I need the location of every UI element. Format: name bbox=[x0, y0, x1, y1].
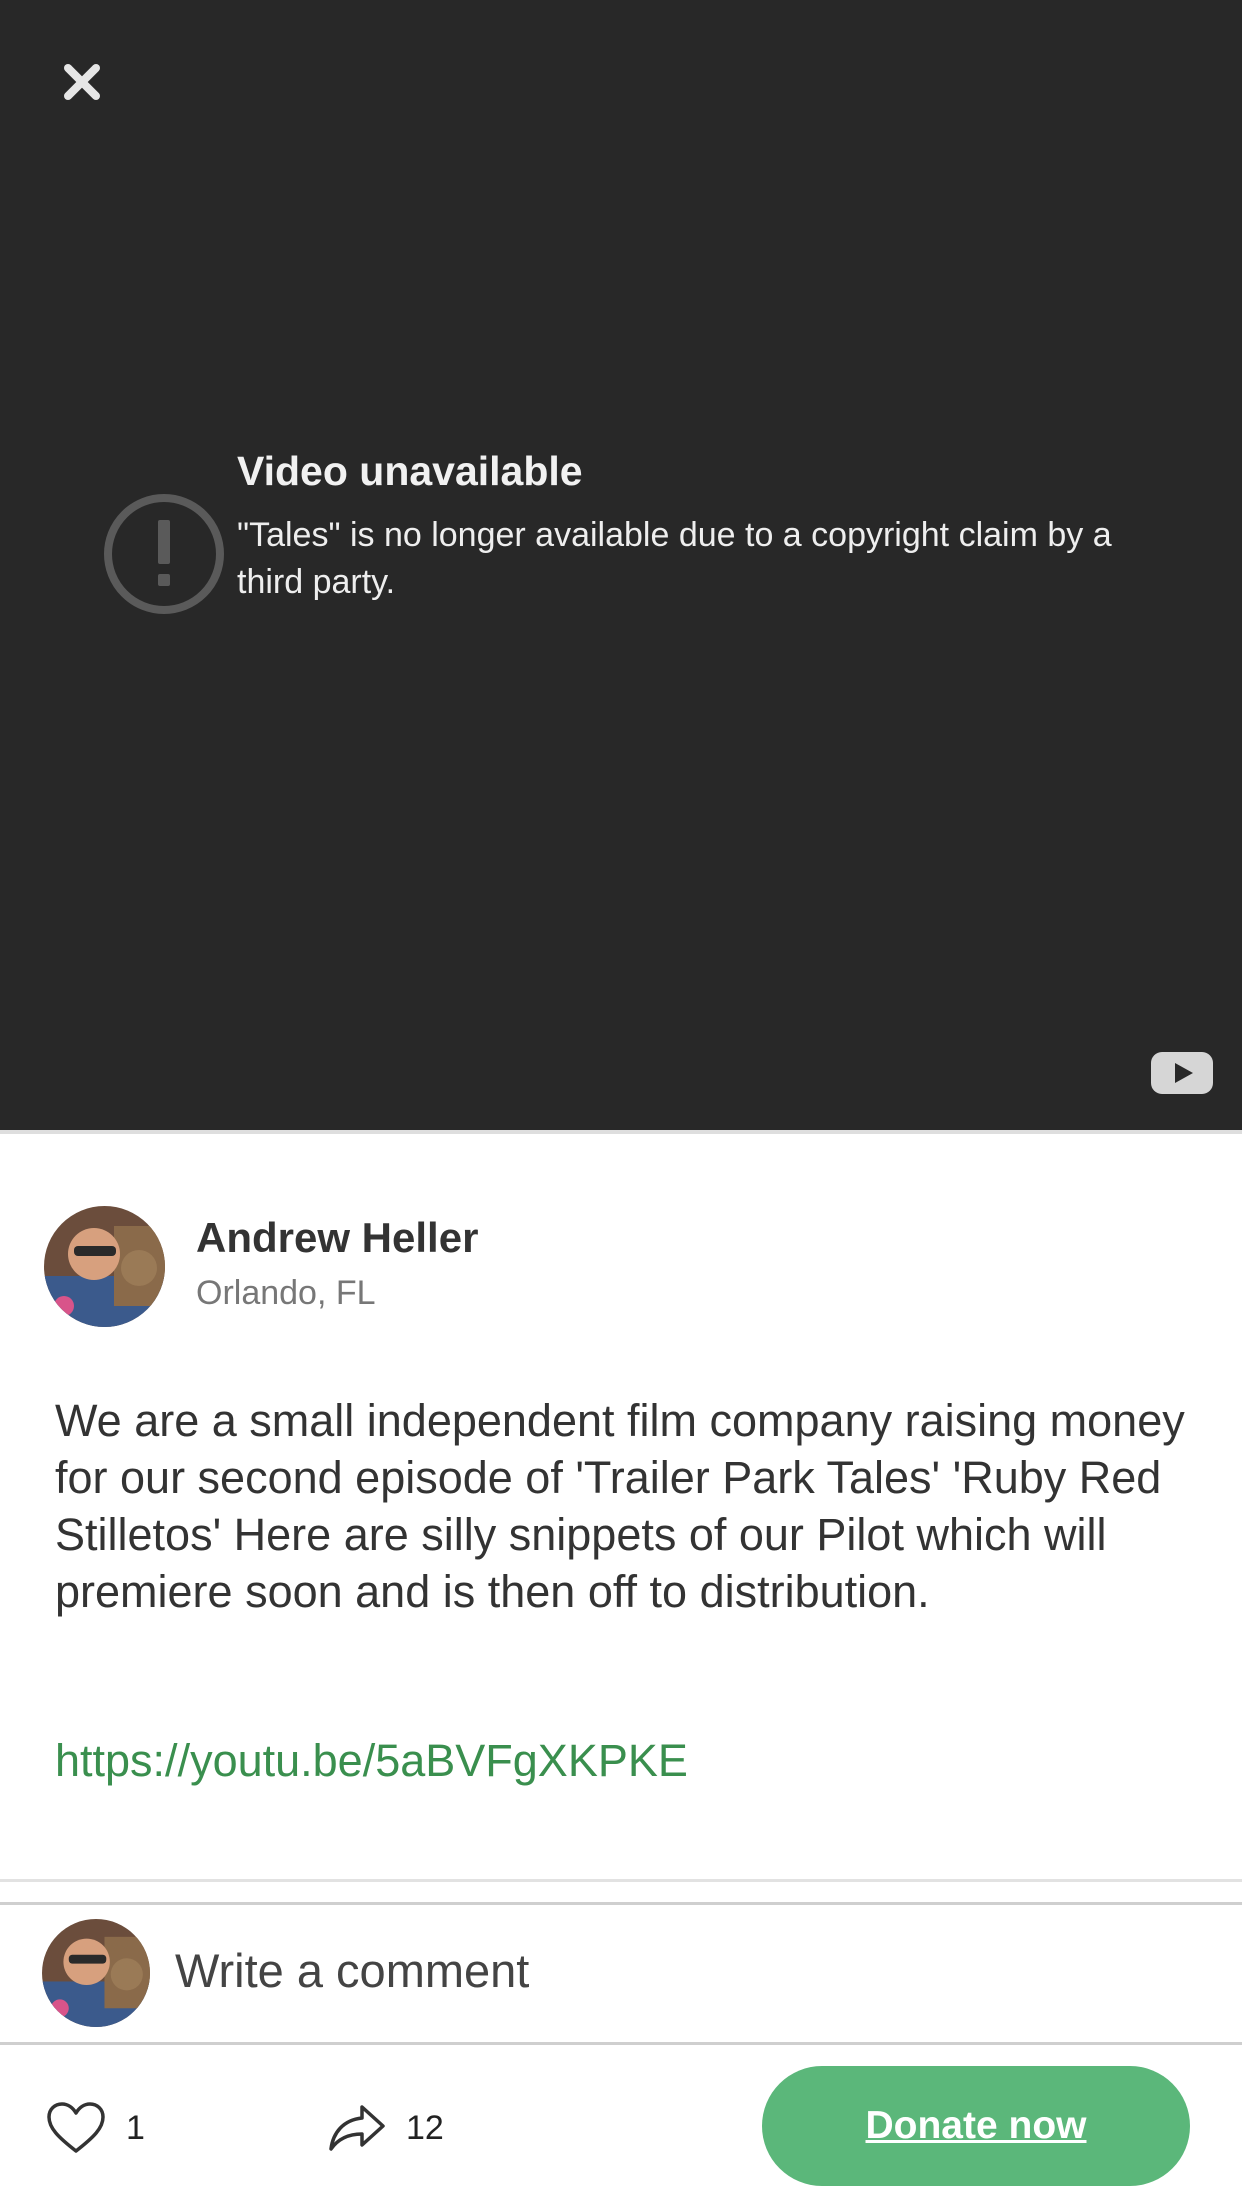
author-name[interactable]: Andrew Heller bbox=[196, 1214, 478, 1262]
video-error-title: Video unavailable bbox=[237, 448, 583, 494]
author-avatar[interactable] bbox=[44, 1206, 165, 1327]
share-button[interactable]: 12 bbox=[328, 2098, 444, 2158]
divider bbox=[0, 1130, 1242, 1134]
like-count: 1 bbox=[126, 2108, 145, 2147]
video-link[interactable]: https://youtu.be/5aBVFgXKPKE bbox=[55, 1735, 688, 1787]
exclamation-circle-icon bbox=[104, 494, 224, 614]
youtube-logo-icon[interactable] bbox=[1151, 1052, 1213, 1094]
share-arrow-icon bbox=[329, 2105, 385, 2151]
campaign-description: We are a small independent film company … bbox=[55, 1395, 1185, 1617]
donate-button[interactable]: Donate now bbox=[762, 2066, 1190, 2186]
like-button[interactable]: 1 bbox=[46, 2098, 145, 2158]
heart-icon bbox=[47, 2102, 105, 2153]
divider bbox=[0, 2042, 1242, 2045]
comment-input[interactable] bbox=[175, 1940, 1175, 2000]
video-error-message: "Tales" is no longer available due to a … bbox=[237, 516, 1112, 601]
share-count: 12 bbox=[406, 2108, 444, 2147]
user-avatar bbox=[42, 1919, 150, 2027]
divider bbox=[0, 1902, 1242, 1905]
video-player[interactable]: Video unavailable "Tales" is no longer a… bbox=[0, 0, 1242, 1130]
close-icon bbox=[64, 64, 100, 100]
author-location: Orlando, FL bbox=[196, 1274, 376, 1312]
divider bbox=[0, 1879, 1242, 1882]
close-button[interactable] bbox=[52, 52, 112, 112]
